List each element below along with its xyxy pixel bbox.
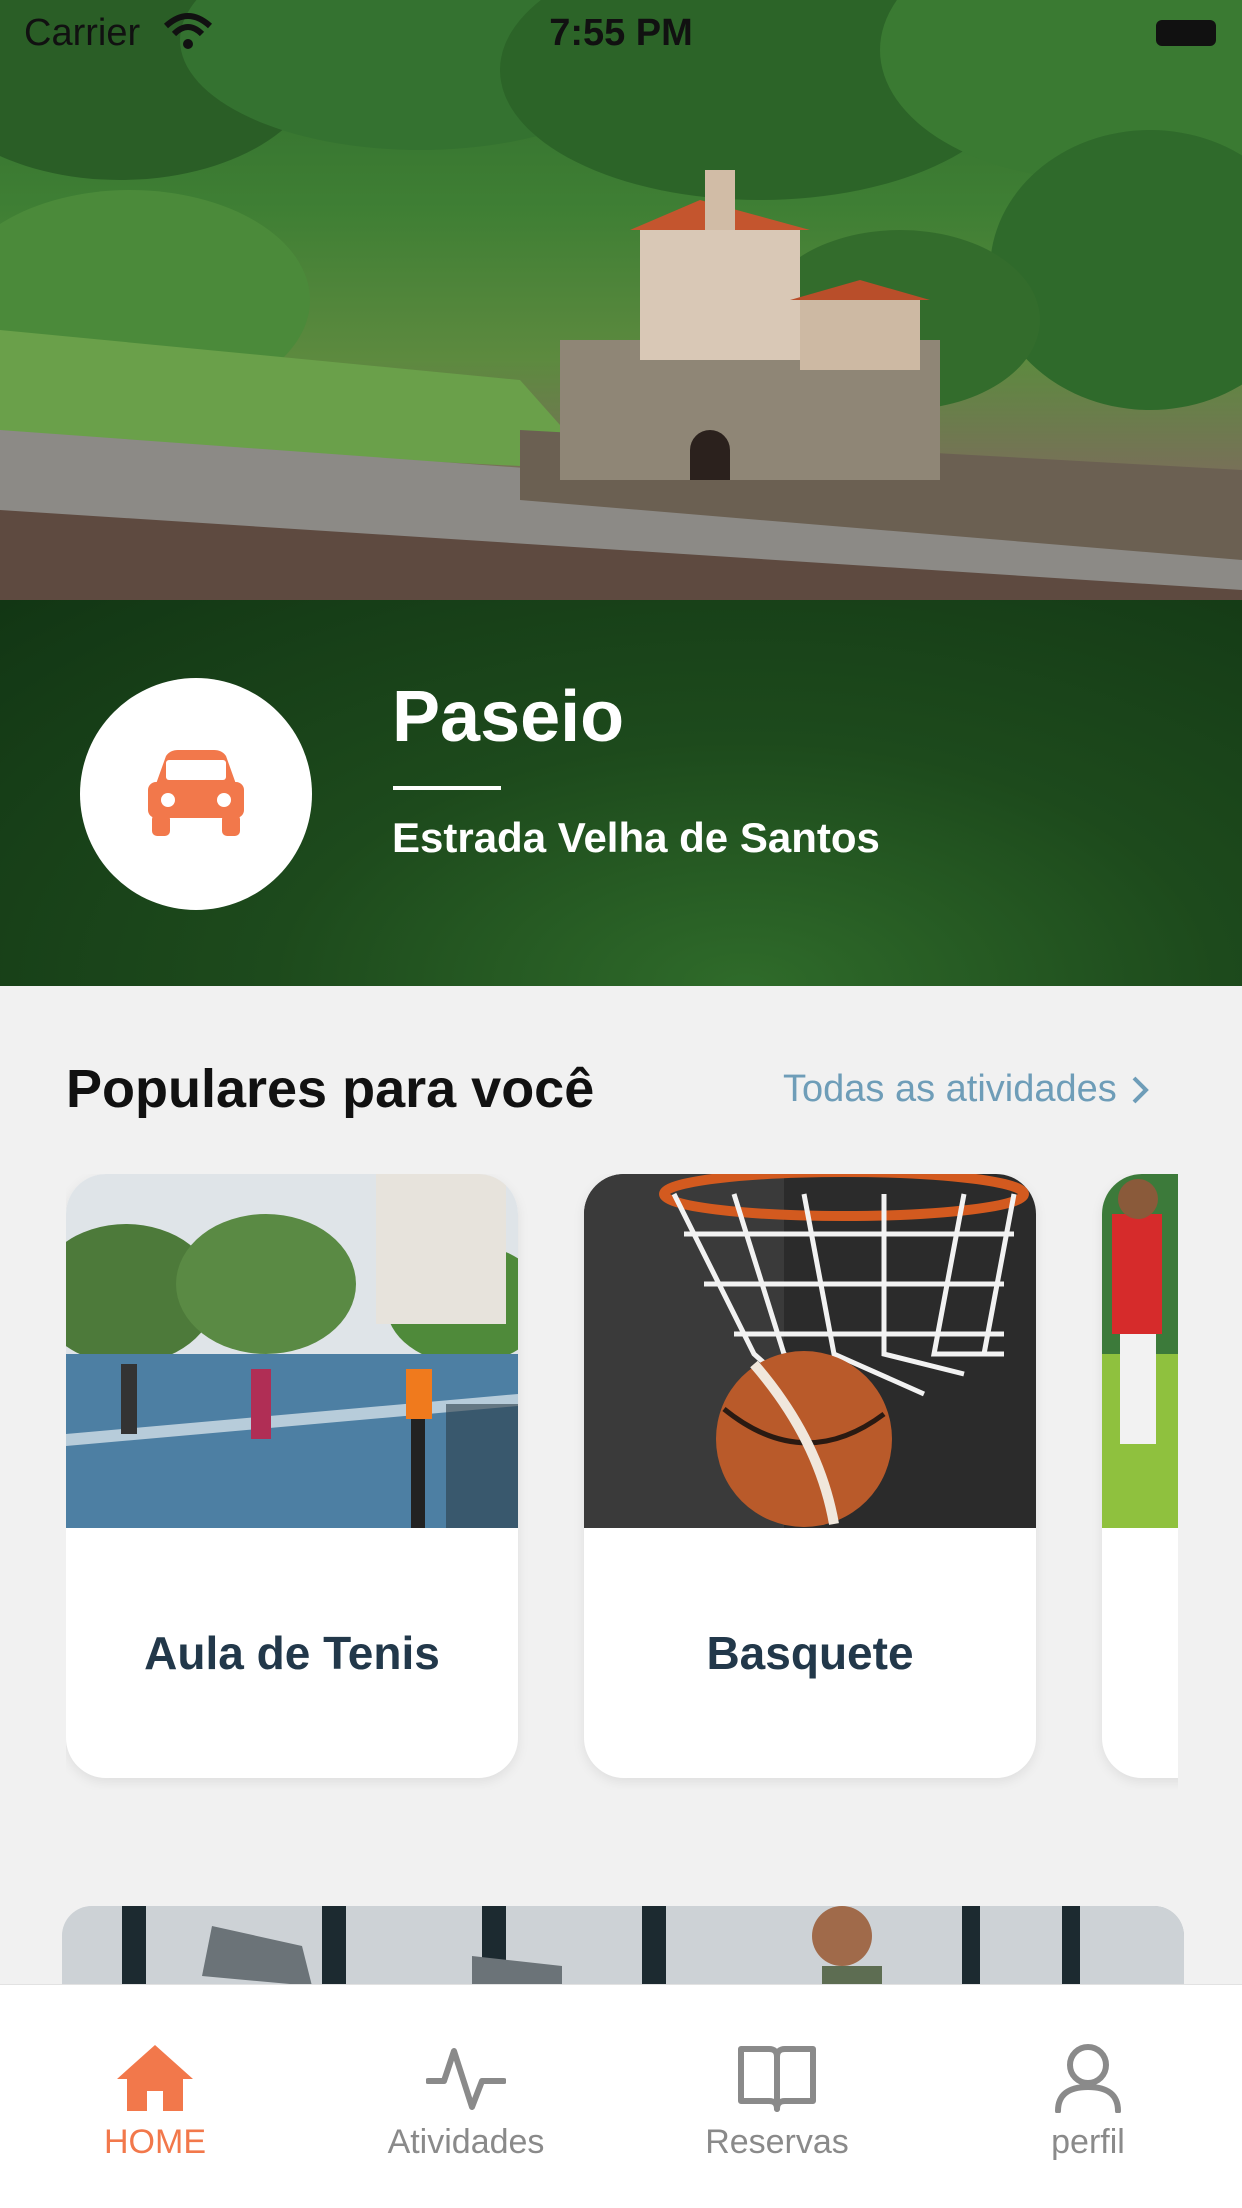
card-label: Basquete bbox=[706, 1627, 914, 1679]
category-badge bbox=[80, 678, 312, 910]
activity-card[interactable] bbox=[1102, 1174, 1178, 1778]
popular-carousel[interactable]: Aula de Tenis Basquete bbox=[66, 1174, 1178, 1790]
banner-title: Paseio bbox=[392, 677, 625, 757]
hero-image bbox=[0, 0, 1242, 600]
user-icon bbox=[1055, 2044, 1121, 2113]
tab-label: HOME bbox=[104, 2123, 206, 2161]
section-title: Populares para você bbox=[66, 1059, 595, 1119]
tab-label: perfil bbox=[1051, 2123, 1125, 2161]
tab-perfil[interactable]: perfil bbox=[933, 1985, 1242, 2208]
tennis-court-photo bbox=[66, 1174, 518, 1528]
see-all-label: Todas as atividades bbox=[783, 1068, 1117, 1110]
banner-subtitle: Estrada Velha de Santos bbox=[392, 814, 880, 861]
card-label: Aula de Tenis bbox=[144, 1627, 440, 1679]
tab-bar: HOME Atividades Reservas perfil bbox=[0, 1984, 1242, 2208]
car-icon bbox=[148, 750, 244, 836]
activity-card[interactable]: Aula de Tenis bbox=[66, 1174, 518, 1778]
see-all-activities-link[interactable]: Todas as atividades bbox=[783, 1068, 1149, 1111]
status-bar: Carrier 7:55 PM bbox=[0, 0, 1242, 66]
activity-icon bbox=[426, 2048, 506, 2110]
card-label bbox=[1102, 1528, 1178, 1778]
book-icon bbox=[738, 2046, 816, 2112]
soccer-photo bbox=[1102, 1174, 1178, 1528]
divider bbox=[393, 786, 501, 790]
basketball-hoop-photo bbox=[584, 1174, 1036, 1528]
home-icon bbox=[117, 2045, 193, 2111]
tab-reservas[interactable]: Reservas bbox=[622, 1985, 932, 2208]
tab-atividades[interactable]: Atividades bbox=[311, 1985, 621, 2208]
clock: 7:55 PM bbox=[549, 12, 693, 54]
tab-label: Atividades bbox=[387, 2123, 545, 2161]
battery-icon bbox=[1156, 20, 1216, 46]
activity-card[interactable]: Basquete bbox=[584, 1174, 1036, 1778]
tab-home[interactable]: HOME bbox=[0, 1985, 310, 2208]
location-banner[interactable]: Paseio Estrada Velha de Santos bbox=[0, 600, 1242, 986]
chevron-right-icon bbox=[1132, 1076, 1149, 1103]
tab-label: Reservas bbox=[705, 2123, 849, 2161]
